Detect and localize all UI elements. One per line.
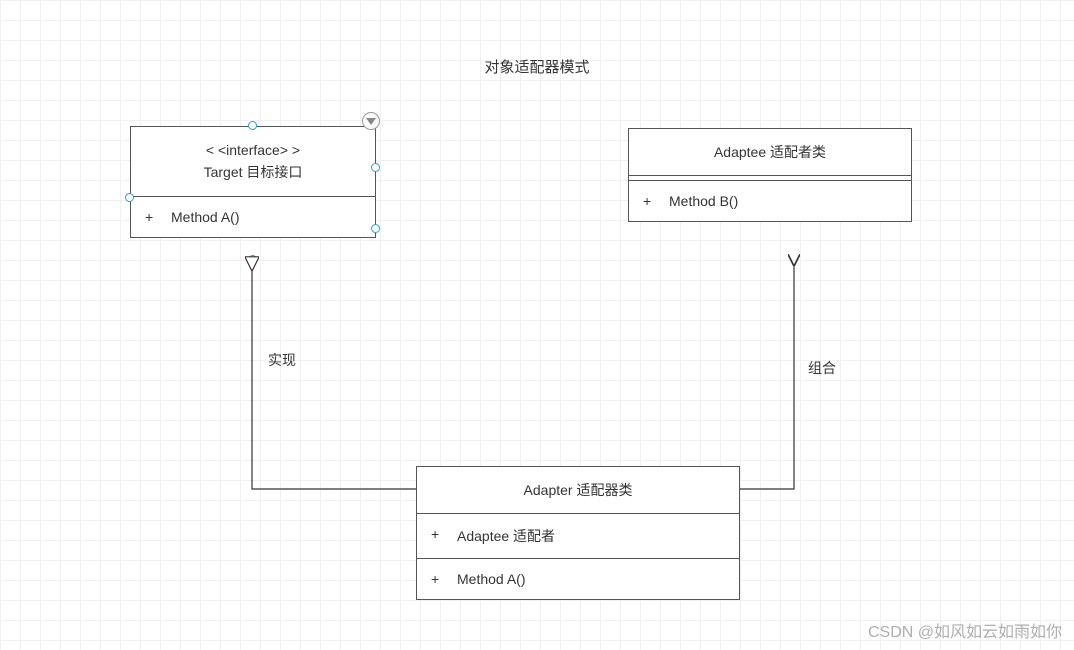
resize-handle-left[interactable]	[125, 193, 134, 202]
diagram-title: 对象适配器模式	[0, 56, 1074, 77]
uml-header-target: < <interface> > Target 目标接口	[131, 127, 375, 197]
edge-label-realize: 实现	[268, 350, 296, 370]
visibility-marker: +	[145, 209, 153, 225]
uml-header-adaptee: Adaptee 适配者类	[629, 129, 911, 176]
adaptee-method: Method B()	[669, 193, 738, 209]
resize-handle-right-lower[interactable]	[371, 224, 380, 233]
target-name: Target 目标接口	[139, 161, 367, 183]
visibility-marker: +	[431, 571, 439, 587]
uml-class-target[interactable]: < <interface> > Target 目标接口 + Method A()	[130, 126, 376, 238]
resize-handle-top[interactable]	[248, 121, 257, 130]
adapter-method: Method A()	[457, 571, 525, 587]
uml-header-adapter: Adapter 适配器类	[417, 467, 739, 514]
target-stereotype: < <interface> >	[139, 139, 367, 161]
resize-handle-bottom[interactable]	[248, 255, 257, 264]
class-action-icon[interactable]	[362, 112, 380, 130]
resize-handle-right-upper[interactable]	[371, 163, 380, 172]
visibility-marker: +	[431, 526, 439, 546]
adaptee-method-row: + Method B()	[629, 180, 911, 221]
target-method-row: + Method A()	[131, 197, 375, 237]
adaptee-name: Adaptee 适配者类	[637, 141, 903, 163]
uml-class-adaptee[interactable]: Adaptee 适配者类 + Method B()	[628, 128, 912, 222]
diagram-canvas[interactable]: 对象适配器模式 < <interface> > Target 目标接口 + Me…	[0, 0, 1074, 650]
adapter-method-row: + Method A()	[417, 559, 739, 599]
edge-label-compose: 组合	[808, 358, 836, 378]
target-method: Method A()	[171, 209, 239, 225]
adapter-attr: Adaptee 适配者	[457, 526, 555, 546]
adapter-attr-row: + Adaptee 适配者	[417, 514, 739, 559]
uml-class-adapter[interactable]: Adapter 适配器类 + Adaptee 适配者 + Method A()	[416, 466, 740, 600]
chevron-down-icon	[366, 118, 376, 125]
adapter-name: Adapter 适配器类	[425, 479, 731, 501]
watermark: CSDN @如风如云如雨如你	[868, 618, 1062, 642]
visibility-marker: +	[643, 193, 651, 209]
